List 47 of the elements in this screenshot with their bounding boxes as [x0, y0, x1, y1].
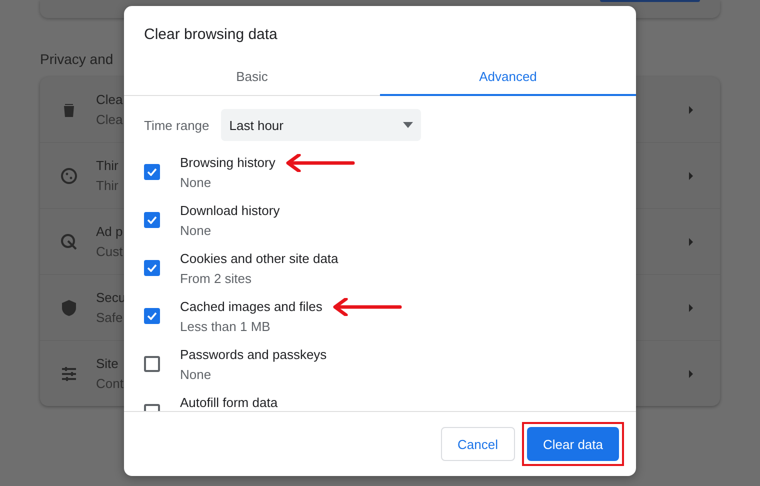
item-detail: None: [180, 175, 212, 190]
chevron-right-icon[interactable]: [688, 368, 694, 378]
setting-title: Site: [96, 356, 120, 371]
checkbox[interactable]: [144, 260, 160, 276]
shield-icon: [60, 298, 78, 316]
checkmark-icon: [147, 312, 157, 320]
checkbox[interactable]: [144, 308, 160, 324]
tab[interactable]: Advanced: [380, 60, 636, 96]
checkmark-icon: [147, 216, 157, 224]
dropdown-caret-icon: [403, 122, 414, 128]
setting-subtitle: Cust: [96, 244, 124, 259]
section-heading: Privacy and: [40, 51, 114, 69]
chevron-right-icon[interactable]: [688, 236, 694, 246]
cookie-icon: [60, 166, 78, 184]
time-range-dropdown[interactable]: Last hour: [221, 109, 422, 141]
sliders-icon: [60, 364, 78, 382]
setting-title: Secu: [96, 290, 127, 305]
item-detail: Less than 1 MB: [180, 319, 272, 334]
item-title: Browsing history: [180, 155, 276, 170]
clear-data-button[interactable]: Clear data: [527, 427, 619, 461]
item-title: Download history: [180, 203, 280, 218]
setting-title: Ad p: [96, 224, 124, 239]
tab[interactable]: Basic: [124, 60, 380, 96]
item-title: Passwords and passkeys: [180, 347, 327, 362]
item-title: Autofill form data: [180, 395, 278, 410]
checkmark-icon: [147, 168, 157, 176]
chevron-right-icon[interactable]: [688, 104, 694, 114]
setting-subtitle: Clea: [96, 112, 124, 127]
setting-title: Clea: [96, 92, 124, 107]
field-label: Time range: [144, 118, 210, 132]
checkbox[interactable]: [144, 356, 160, 372]
checkbox[interactable]: [144, 164, 160, 180]
item-detail: None: [180, 367, 212, 382]
target-cursor-icon: [60, 232, 78, 250]
item-detail: None: [180, 223, 212, 238]
dialog-title: Clear browsing data: [143, 25, 278, 45]
cancel-button[interactable]: Cancel: [440, 427, 516, 461]
setting-title: Thir: [96, 158, 120, 173]
checkmark-icon: [147, 264, 157, 272]
item-title: Cached images and files: [180, 299, 322, 314]
setting-subtitle: Cont: [96, 376, 124, 391]
setting-subtitle: Thir: [96, 178, 120, 193]
checkbox[interactable]: [144, 212, 160, 228]
item-detail: From 2 sites: [180, 271, 253, 286]
chevron-right-icon[interactable]: [688, 302, 694, 312]
item-title: Cookies and other site data: [180, 251, 338, 266]
chevron-right-icon[interactable]: [688, 170, 694, 180]
